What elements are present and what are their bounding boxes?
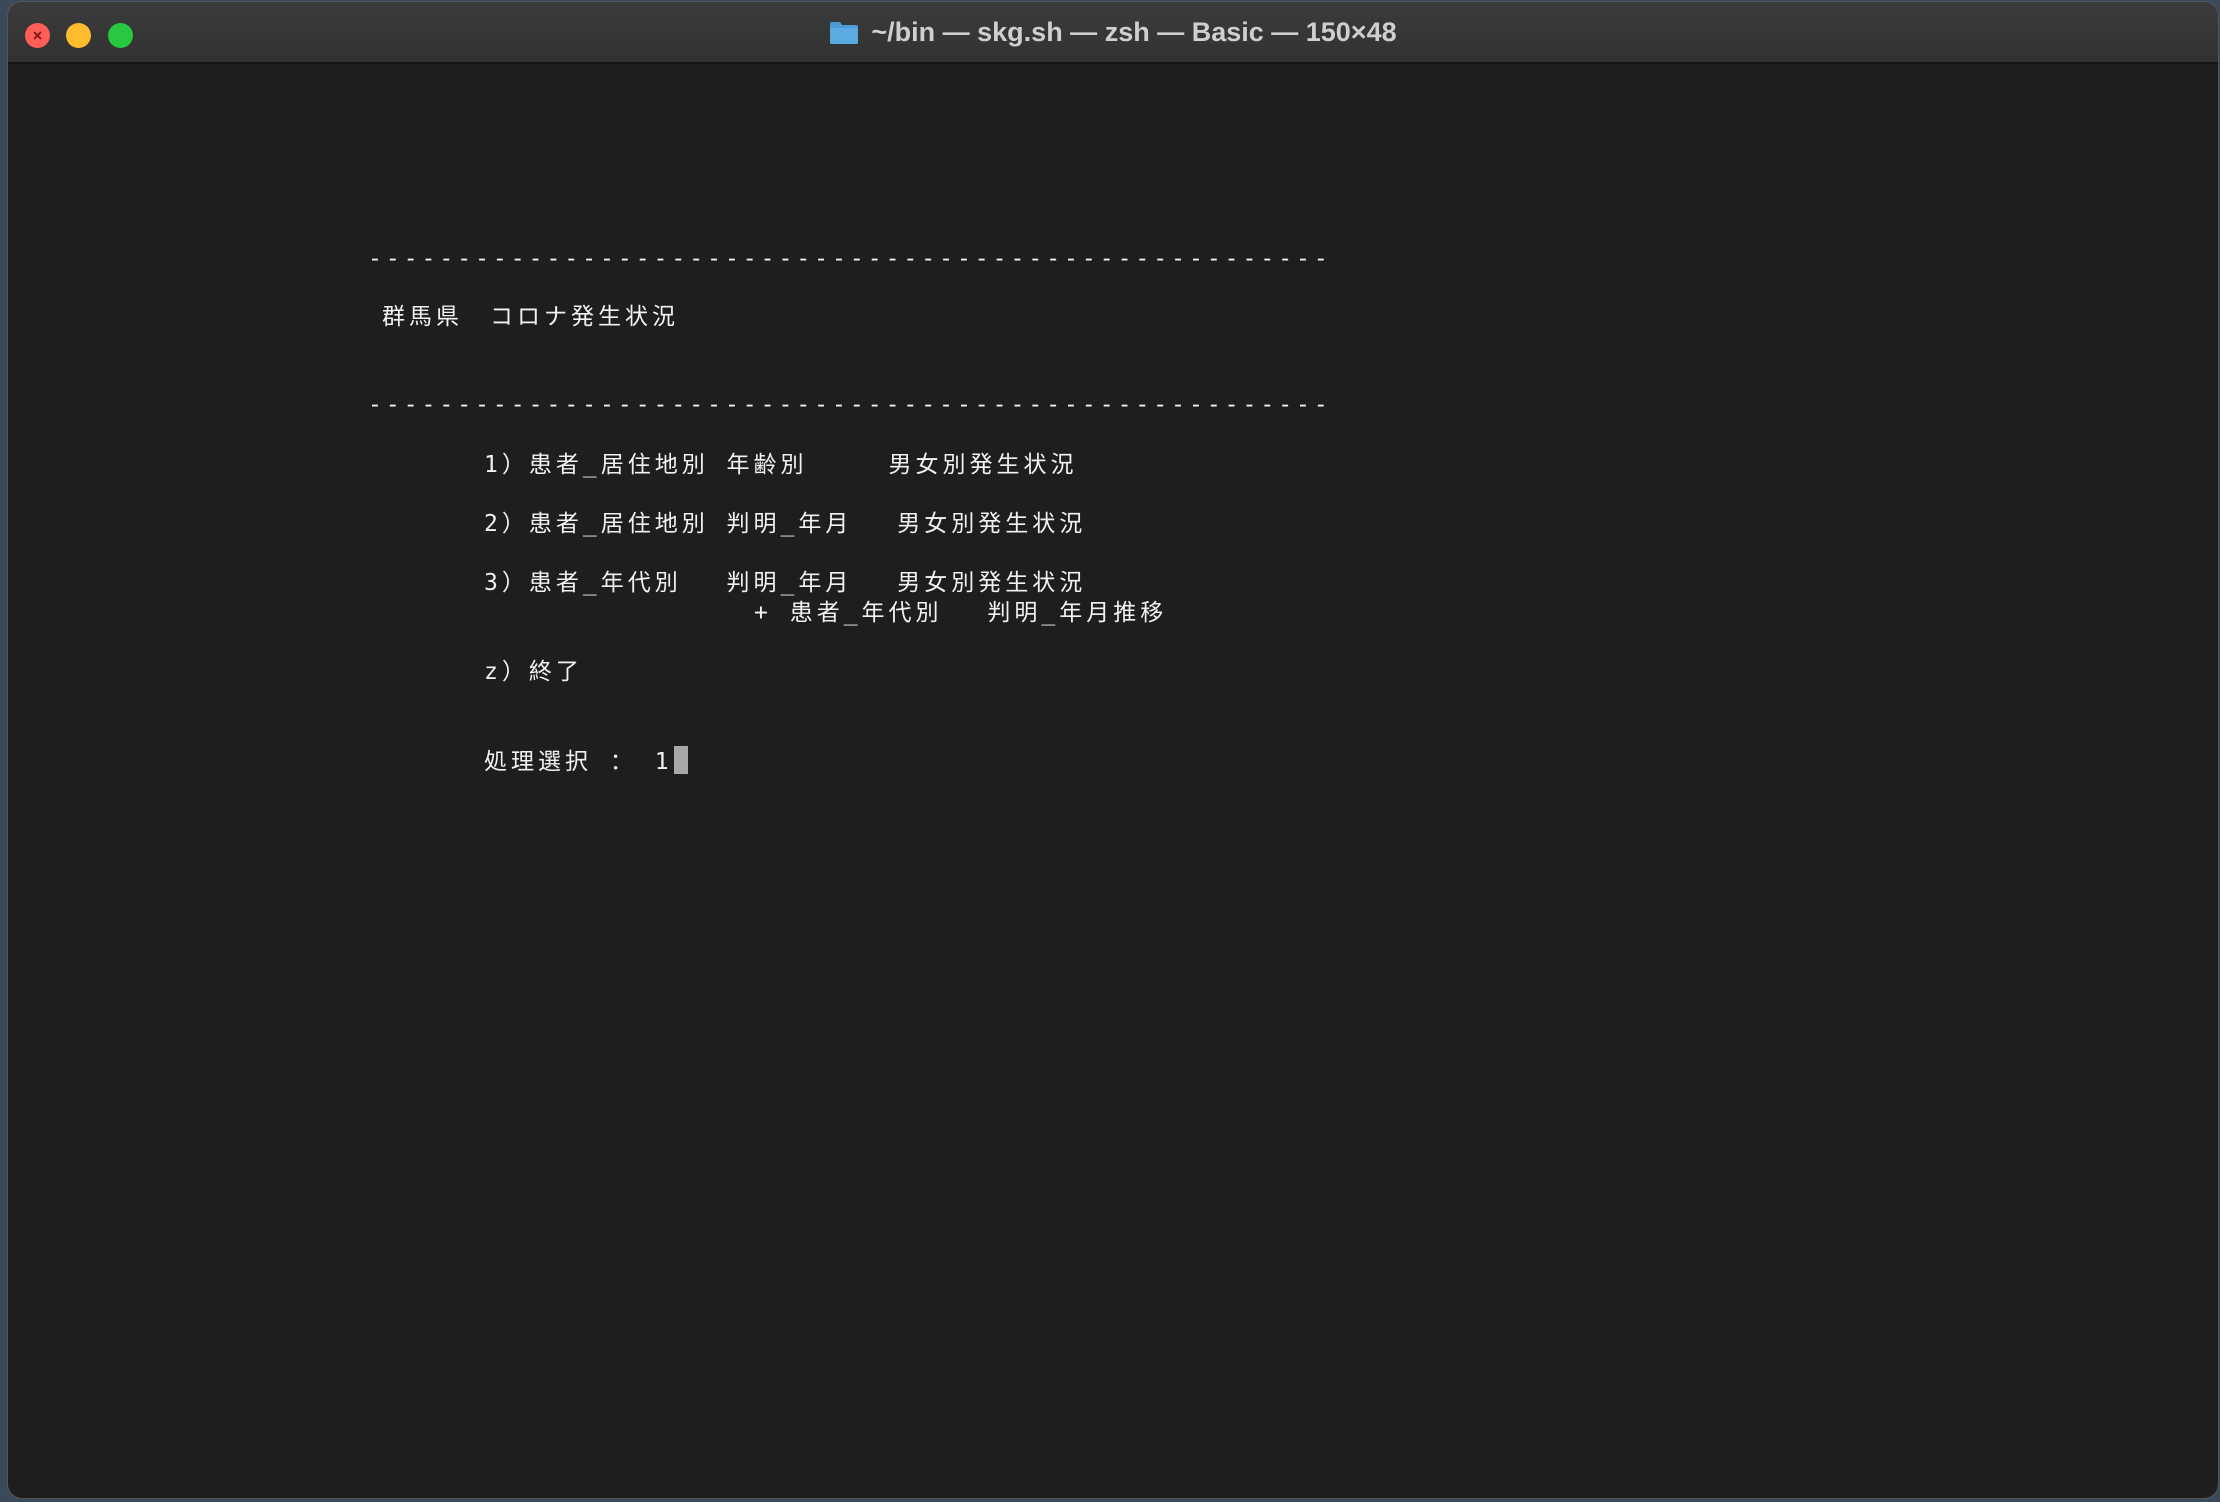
- terminal-content[interactable]: ----------------------------------------…: [8, 64, 2218, 1498]
- window-title-container: ~/bin — skg.sh — zsh — Basic — 150×48: [8, 2, 2218, 62]
- heading: 群馬県 コロナ発生状況: [382, 304, 679, 330]
- menu-item-1: 1）患者_居住地別 年齢別 男女別発生状況: [484, 452, 1078, 478]
- separator-bottom: ----------------------------------------…: [368, 392, 1332, 418]
- menu-item-3-continuation: + 患者_年代別 判明_年月推移: [484, 600, 1168, 626]
- prompt-input[interactable]: 1: [655, 749, 673, 775]
- terminal-window: ~/bin — skg.sh — zsh — Basic — 150×48 --…: [8, 2, 2218, 1498]
- menu-item-2: 2）患者_居住地別 判明_年月 男女別発生状況: [484, 511, 1087, 537]
- separator-top: ----------------------------------------…: [368, 246, 1332, 272]
- text-cursor: [673, 746, 688, 774]
- folder-icon: [830, 21, 859, 44]
- menu-item-3: 3）患者_年代別 判明_年月 男女別発生状況: [484, 570, 1087, 596]
- prompt-label: 処理選択 ：: [484, 749, 637, 775]
- window-title: ~/bin — skg.sh — zsh — Basic — 150×48: [871, 16, 1397, 47]
- title-bar[interactable]: ~/bin — skg.sh — zsh — Basic — 150×48: [8, 2, 2218, 64]
- prompt-line[interactable]: 処理選択 ： 1: [484, 746, 688, 777]
- menu-item-exit: z）終了: [484, 659, 583, 685]
